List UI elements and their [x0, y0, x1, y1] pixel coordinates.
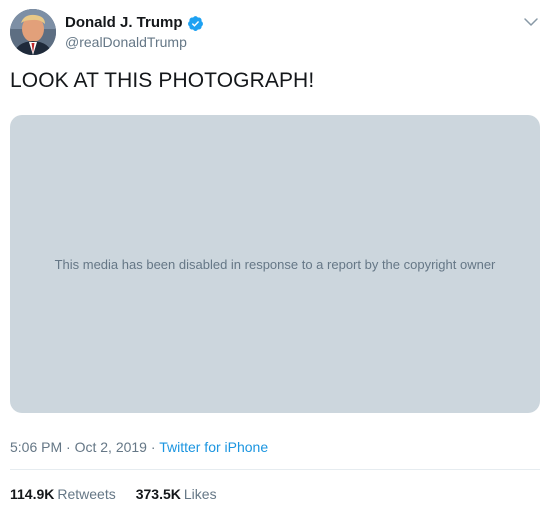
tweet-date[interactable]: Oct 2, 2019 [75, 439, 147, 455]
display-name[interactable]: Donald J. Trump [65, 13, 183, 33]
tweet-meta: 5:06 PM · Oct 2, 2019 · Twitter for iPho… [10, 437, 268, 457]
meta-separator: · [146, 439, 160, 455]
tweet-card: Donald J. Trump @realDonaldTrump LOOK AT… [0, 0, 550, 510]
retweets-count: 114.9K [10, 486, 55, 502]
tweet-header: Donald J. Trump @realDonaldTrump [10, 9, 540, 57]
tweet-text: LOOK AT THIS PHOTOGRAPH! [10, 69, 315, 92]
media-disabled-notice: This media has been disabled in response… [54, 256, 496, 272]
display-name-row: Donald J. Trump [65, 13, 204, 33]
likes-count: 373.5K [135, 486, 181, 502]
author-names: Donald J. Trump @realDonaldTrump [65, 13, 204, 52]
media-disabled-placeholder: This media has been disabled in response… [10, 115, 540, 413]
author-handle[interactable]: @realDonaldTrump [65, 32, 204, 52]
avatar[interactable] [10, 9, 56, 55]
retweets-label: Retweets [57, 486, 116, 502]
meta-separator: · [62, 439, 75, 455]
likes-stat[interactable]: 373.5K Likes [136, 484, 217, 504]
avatar-image [10, 9, 56, 55]
tweet-stats: 114.9K Retweets 373.5K Likes [10, 484, 237, 504]
tweet-time[interactable]: 5:06 PM [10, 439, 62, 455]
tweet-source-link[interactable]: Twitter for iPhone [159, 439, 268, 455]
chevron-down-icon[interactable] [522, 13, 540, 31]
retweets-stat[interactable]: 114.9K Retweets [10, 484, 116, 504]
divider [10, 469, 540, 470]
verified-badge-icon [187, 15, 204, 32]
likes-label: Likes [183, 486, 217, 502]
